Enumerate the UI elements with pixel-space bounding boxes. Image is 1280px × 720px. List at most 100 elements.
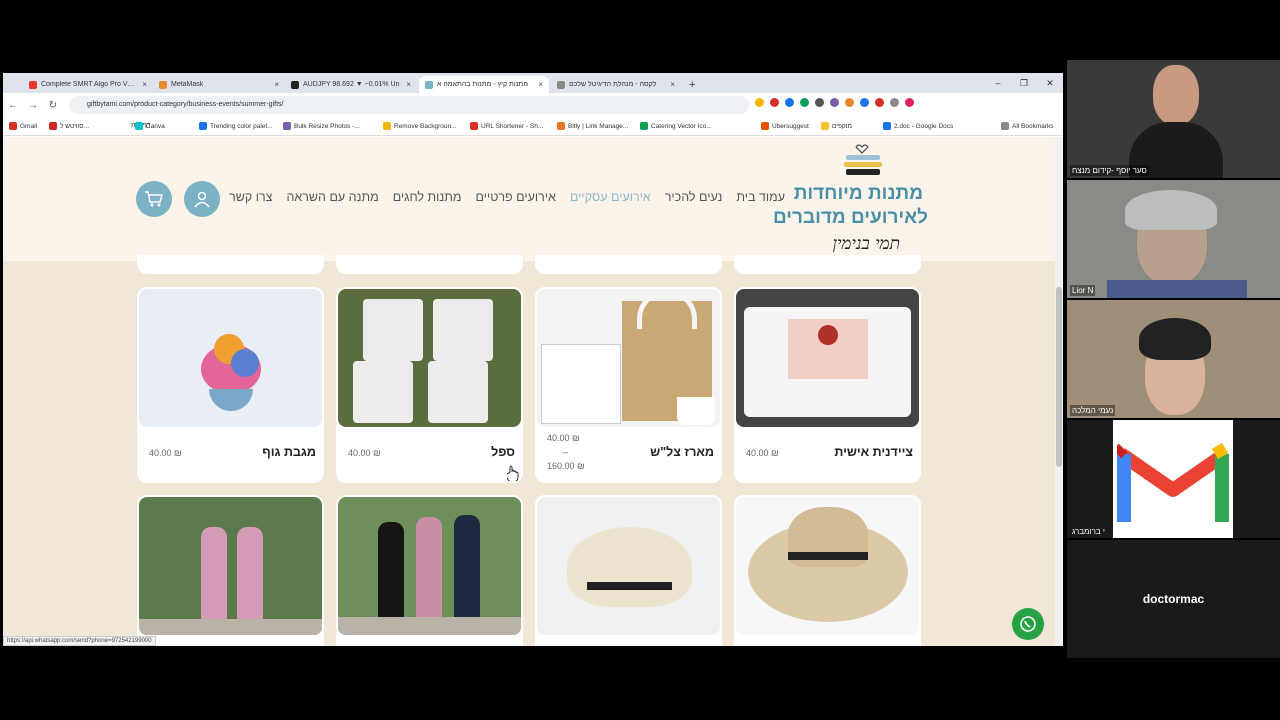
- extension-icon[interactable]: [830, 98, 839, 107]
- cart-button[interactable]: [136, 181, 172, 217]
- bookmark[interactable]: 2.doc - Google Docs: [883, 122, 953, 130]
- bookmark[interactable]: מוקפים: [821, 122, 852, 130]
- account-button[interactable]: [184, 181, 220, 217]
- reload-icon[interactable]: ↻: [43, 100, 63, 111]
- participant-tile[interactable]: Lior N: [1067, 180, 1280, 298]
- product-name[interactable]: מגבת גוף: [262, 445, 316, 459]
- participant-tile[interactable]: סער יוסף -קידום מנצח: [1067, 60, 1280, 178]
- cart-icon: [145, 191, 163, 207]
- close-window-icon[interactable]: ✕: [1037, 73, 1063, 93]
- product-image-hat-name[interactable]: [537, 497, 720, 635]
- all-bookmarks[interactable]: All Bookmarks: [1001, 122, 1054, 130]
- menu-item-home[interactable]: עמוד בית: [736, 190, 785, 204]
- site-icon: [557, 80, 565, 89]
- bookmark[interactable]: סוויטש ל...: [49, 122, 89, 130]
- back-icon[interactable]: ←: [3, 100, 23, 111]
- main-menu: עמוד בית נעים להכיר אירועים עסקיים אירוע…: [229, 190, 785, 204]
- logo-line-2: לאירועים מדוברים: [772, 207, 928, 228]
- tab-5[interactable]: לקסה - מנהלת הדיגיטל שלכם ×: [551, 76, 681, 93]
- product-name[interactable]: ציידנית אישית: [834, 445, 913, 459]
- menu-item-private-events[interactable]: אירועים פרטיים: [476, 190, 556, 204]
- menu-item-about[interactable]: נעים להכיר: [665, 190, 723, 204]
- close-icon[interactable]: ×: [406, 80, 411, 89]
- extension-icon[interactable]: [755, 98, 764, 107]
- menu-item-contact[interactable]: צרו קשר: [229, 190, 272, 204]
- restore-icon[interactable]: ❐: [1011, 73, 1037, 93]
- product-image-towel-flowers[interactable]: [139, 289, 322, 427]
- forward-icon[interactable]: →: [23, 100, 43, 111]
- product-card-partial[interactable]: [734, 255, 921, 274]
- close-icon[interactable]: ×: [142, 80, 147, 89]
- plus-icon: +: [689, 78, 696, 91]
- extension-icon[interactable]: [815, 98, 824, 107]
- product-card[interactable]: ספל 40.00 ₪: [336, 287, 523, 483]
- tab-strip: Complete SMRT Algo Pro V2 G × MetaMask × A…: [3, 73, 1063, 93]
- product-card-partial[interactable]: [535, 255, 722, 274]
- bookmark[interactable]: Ubersuggest: [761, 122, 809, 130]
- product-card[interactable]: [535, 495, 722, 646]
- new-tab-button[interactable]: +: [683, 76, 703, 93]
- product-image-mugs[interactable]: [338, 289, 521, 427]
- tab-4-active[interactable]: מתנות קיץ - מתנות בהתאמה א ×: [419, 76, 549, 93]
- extension-icon[interactable]: [800, 98, 809, 107]
- profile-icon[interactable]: [905, 98, 914, 107]
- browser-window: Complete SMRT Algo Pro V2 G × MetaMask × A…: [3, 73, 1063, 646]
- product-card[interactable]: ציידנית אישית 40.00 ₪: [734, 287, 921, 483]
- bookmark[interactable]: Canva: [135, 122, 165, 130]
- product-name[interactable]: מארז צל"ש: [650, 445, 714, 459]
- product-card-partial[interactable]: [336, 255, 523, 274]
- bookmark[interactable]: Catering Vector Ico...: [640, 122, 712, 130]
- minimize-icon[interactable]: –: [985, 73, 1011, 93]
- product-image-bottles-dark[interactable]: [338, 497, 521, 635]
- scrollbar[interactable]: [1055, 137, 1063, 646]
- participant-tile[interactable]: doctormac: [1067, 540, 1280, 658]
- close-icon[interactable]: ×: [670, 80, 675, 89]
- extension-icon[interactable]: [875, 98, 884, 107]
- participant-tile[interactable]: י ברומברג: [1067, 420, 1280, 538]
- participant-name: סער יוסף -קידום מנצח: [1070, 165, 1149, 176]
- close-icon[interactable]: ×: [538, 80, 543, 89]
- product-card-partial[interactable]: [137, 255, 324, 274]
- product-image-bottles-pink[interactable]: [139, 497, 322, 635]
- bookmark[interactable]: Bitly | Link Manage...: [557, 122, 628, 130]
- logo-stripes-icon: [844, 144, 882, 175]
- menu-item-holiday-gifts[interactable]: מתנות לחגים: [393, 190, 462, 204]
- participant-name: י ברומברג: [1072, 527, 1105, 536]
- product-card[interactable]: [734, 495, 921, 646]
- site-logo[interactable]: מתנות מיוחדות לאירועים מדוברים תמי בנימי…: [773, 143, 928, 258]
- product-image-tote-gift-set[interactable]: [537, 289, 720, 427]
- tab-1[interactable]: Complete SMRT Algo Pro V2 G ×: [23, 76, 153, 93]
- price-separator: –: [563, 447, 569, 457]
- product-image-hat-naomi[interactable]: [736, 497, 919, 635]
- window-controls: – ❐ ✕: [985, 73, 1063, 93]
- extension-icon[interactable]: [785, 98, 794, 107]
- youtube-icon: [29, 80, 37, 89]
- whatsapp-button[interactable]: [1012, 608, 1044, 640]
- puzzle-icon[interactable]: [890, 98, 899, 107]
- bookmark[interactable]: Remove Backgroun...: [383, 122, 457, 130]
- bookmark[interactable]: URL Shortener - Sh...: [470, 122, 543, 130]
- logo-line-1: מתנות מיוחדות: [793, 183, 923, 204]
- tab-2[interactable]: MetaMask ×: [153, 76, 285, 93]
- close-icon[interactable]: ×: [274, 80, 279, 89]
- participant-tile[interactable]: נעמי המלכה: [1067, 300, 1280, 418]
- extension-icon[interactable]: [770, 98, 779, 107]
- bookmark[interactable]: Bulk Resize Photos -...: [283, 122, 360, 130]
- product-price-max: 160.00 ₪: [547, 461, 585, 471]
- extension-icon[interactable]: [860, 98, 869, 107]
- product-card[interactable]: [137, 495, 324, 646]
- bookmark[interactable]: Trending color palet...: [199, 122, 273, 130]
- url-input[interactable]: giftbytami.com/product-category/business…: [69, 96, 749, 114]
- extension-icon[interactable]: [845, 98, 854, 107]
- product-card[interactable]: [336, 495, 523, 646]
- product-card[interactable]: מגבת גוף 40.00 ₪: [137, 287, 324, 483]
- product-name[interactable]: ספל: [491, 445, 515, 459]
- participant-name: נעמי המלכה: [1070, 405, 1116, 416]
- product-card[interactable]: מארז צל"ש 40.00 ₪ – 160.00 ₪: [535, 287, 722, 483]
- product-image-cooler-bag[interactable]: [736, 289, 919, 427]
- menu-item-inspiration-gift[interactable]: מתנה עם השראה: [286, 190, 378, 204]
- tab-3[interactable]: AUDJPY 98.692 ▼ −0.01% Un ×: [285, 76, 417, 93]
- bookmark[interactable]: Gmail: [9, 122, 37, 130]
- scrollbar-thumb[interactable]: [1056, 287, 1062, 467]
- menu-item-business-events[interactable]: אירועים עסקיים: [570, 190, 651, 204]
